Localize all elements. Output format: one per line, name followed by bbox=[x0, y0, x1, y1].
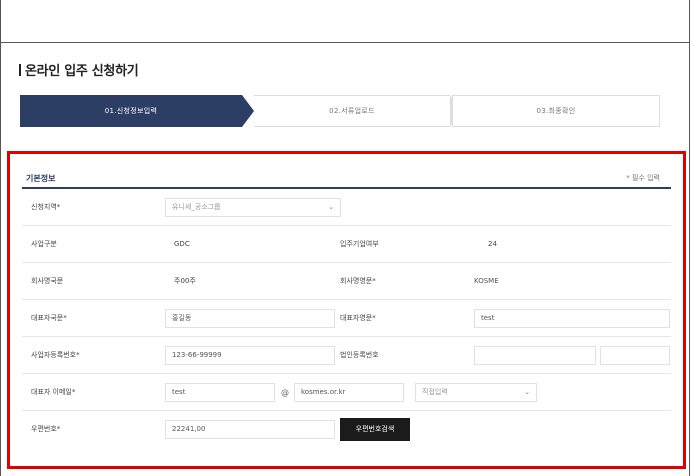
company-name-en-input[interactable]: KOSME bbox=[467, 272, 667, 291]
top-frame bbox=[0, 0, 690, 43]
region-select[interactable]: 유니세_공소그룹 ⌄ bbox=[165, 198, 341, 217]
ceo-name-en-input[interactable]: test bbox=[474, 309, 670, 328]
form-row-company-name: 회사명국문 주00주 회사명영문* KOSME bbox=[22, 263, 671, 300]
corporate-reg-number-input-1[interactable] bbox=[474, 346, 596, 365]
company-name-en-label: 회사명영문* bbox=[340, 277, 376, 285]
email-domain-select-value: 직접입력 bbox=[422, 388, 448, 396]
postal-code-input[interactable]: 22241,00 bbox=[165, 420, 335, 439]
form-row-email: 대표자 이메일* test @ kosmes.or.kr 직접입력 ⌄ bbox=[22, 374, 671, 411]
tenant-status-value: 24 bbox=[488, 240, 497, 248]
step-2-label: 02.서류업로드 bbox=[329, 107, 375, 115]
email-id-input[interactable]: test bbox=[165, 383, 275, 402]
basic-info-form: 기본정보 * 필수 입력 신청지역* 유니세_공소그룹 ⌄ 사업구분 GDC 입… bbox=[7, 151, 686, 469]
postal-code-search-button[interactable]: 우편번호검색 bbox=[340, 418, 410, 441]
corporate-reg-number-label: 법인등록번호 bbox=[340, 351, 379, 359]
form-row-business-type: 사업구분 GDC 입주기업여부 24 bbox=[22, 226, 671, 263]
corporate-reg-number-input-2[interactable] bbox=[600, 346, 670, 365]
form-row-region: 신청지역* 유니세_공소그룹 ⌄ bbox=[22, 189, 671, 226]
business-type-value: GDC bbox=[174, 240, 190, 248]
stepper: 01.신청정보입력 02.서류업로드 03.최종확인 bbox=[20, 95, 660, 127]
step-1: 01.신청정보입력 bbox=[20, 95, 242, 127]
tenant-status-label: 입주기업여부 bbox=[340, 240, 379, 248]
business-reg-number-input[interactable]: 123-66-99999 bbox=[165, 346, 335, 365]
page-title: 온라인 입주 신청하기 bbox=[19, 60, 139, 79]
page-title-text: 온라인 입주 신청하기 bbox=[25, 64, 139, 79]
business-reg-number-label: 사업자등록번호* bbox=[31, 351, 80, 359]
form-row-postal-code: 우편번호* 22241,00 우편번호검색 bbox=[22, 411, 671, 448]
form-row-registration: 사업자등록번호* 123-66-99999 법인등록번호 bbox=[22, 337, 671, 374]
title-bar-icon bbox=[19, 64, 21, 76]
step-3-label: 03.최종확인 bbox=[536, 107, 576, 115]
left-border bbox=[0, 43, 1, 476]
email-domain-input[interactable]: kosmes.or.kr bbox=[294, 383, 404, 402]
ceo-name-kr-input[interactable]: 홍길동 bbox=[165, 309, 335, 328]
region-label: 신청지역* bbox=[31, 203, 61, 211]
ceo-name-kr-label: 대표자국문* bbox=[31, 314, 67, 322]
ceo-name-en-label: 대표자영문* bbox=[340, 314, 376, 322]
step-1-label: 01.신청정보입력 bbox=[104, 107, 158, 115]
company-name-kr-label: 회사명국문 bbox=[31, 277, 64, 285]
chevron-down-icon: ⌄ bbox=[524, 388, 530, 396]
postal-code-label: 우편번호* bbox=[31, 425, 61, 433]
region-select-value: 유니세_공소그룹 bbox=[172, 203, 221, 211]
at-sign: @ bbox=[281, 388, 289, 397]
step-2: 02.서류업로드 bbox=[254, 95, 450, 127]
business-type-label: 사업구분 bbox=[31, 240, 57, 248]
section-title: 기본정보 bbox=[26, 174, 56, 183]
email-domain-select[interactable]: 직접입력 ⌄ bbox=[415, 383, 537, 402]
company-name-kr-value: 주00주 bbox=[174, 277, 196, 285]
ceo-email-label: 대표자 이메일* bbox=[31, 388, 76, 396]
required-note: * 필수 입력 bbox=[626, 174, 660, 182]
step-arrow-icon bbox=[242, 95, 254, 127]
step-3: 03.최종확인 bbox=[452, 95, 660, 127]
chevron-down-icon: ⌄ bbox=[328, 203, 334, 211]
form-row-ceo-name: 대표자국문* 홍길동 대표자영문* test bbox=[22, 300, 671, 337]
